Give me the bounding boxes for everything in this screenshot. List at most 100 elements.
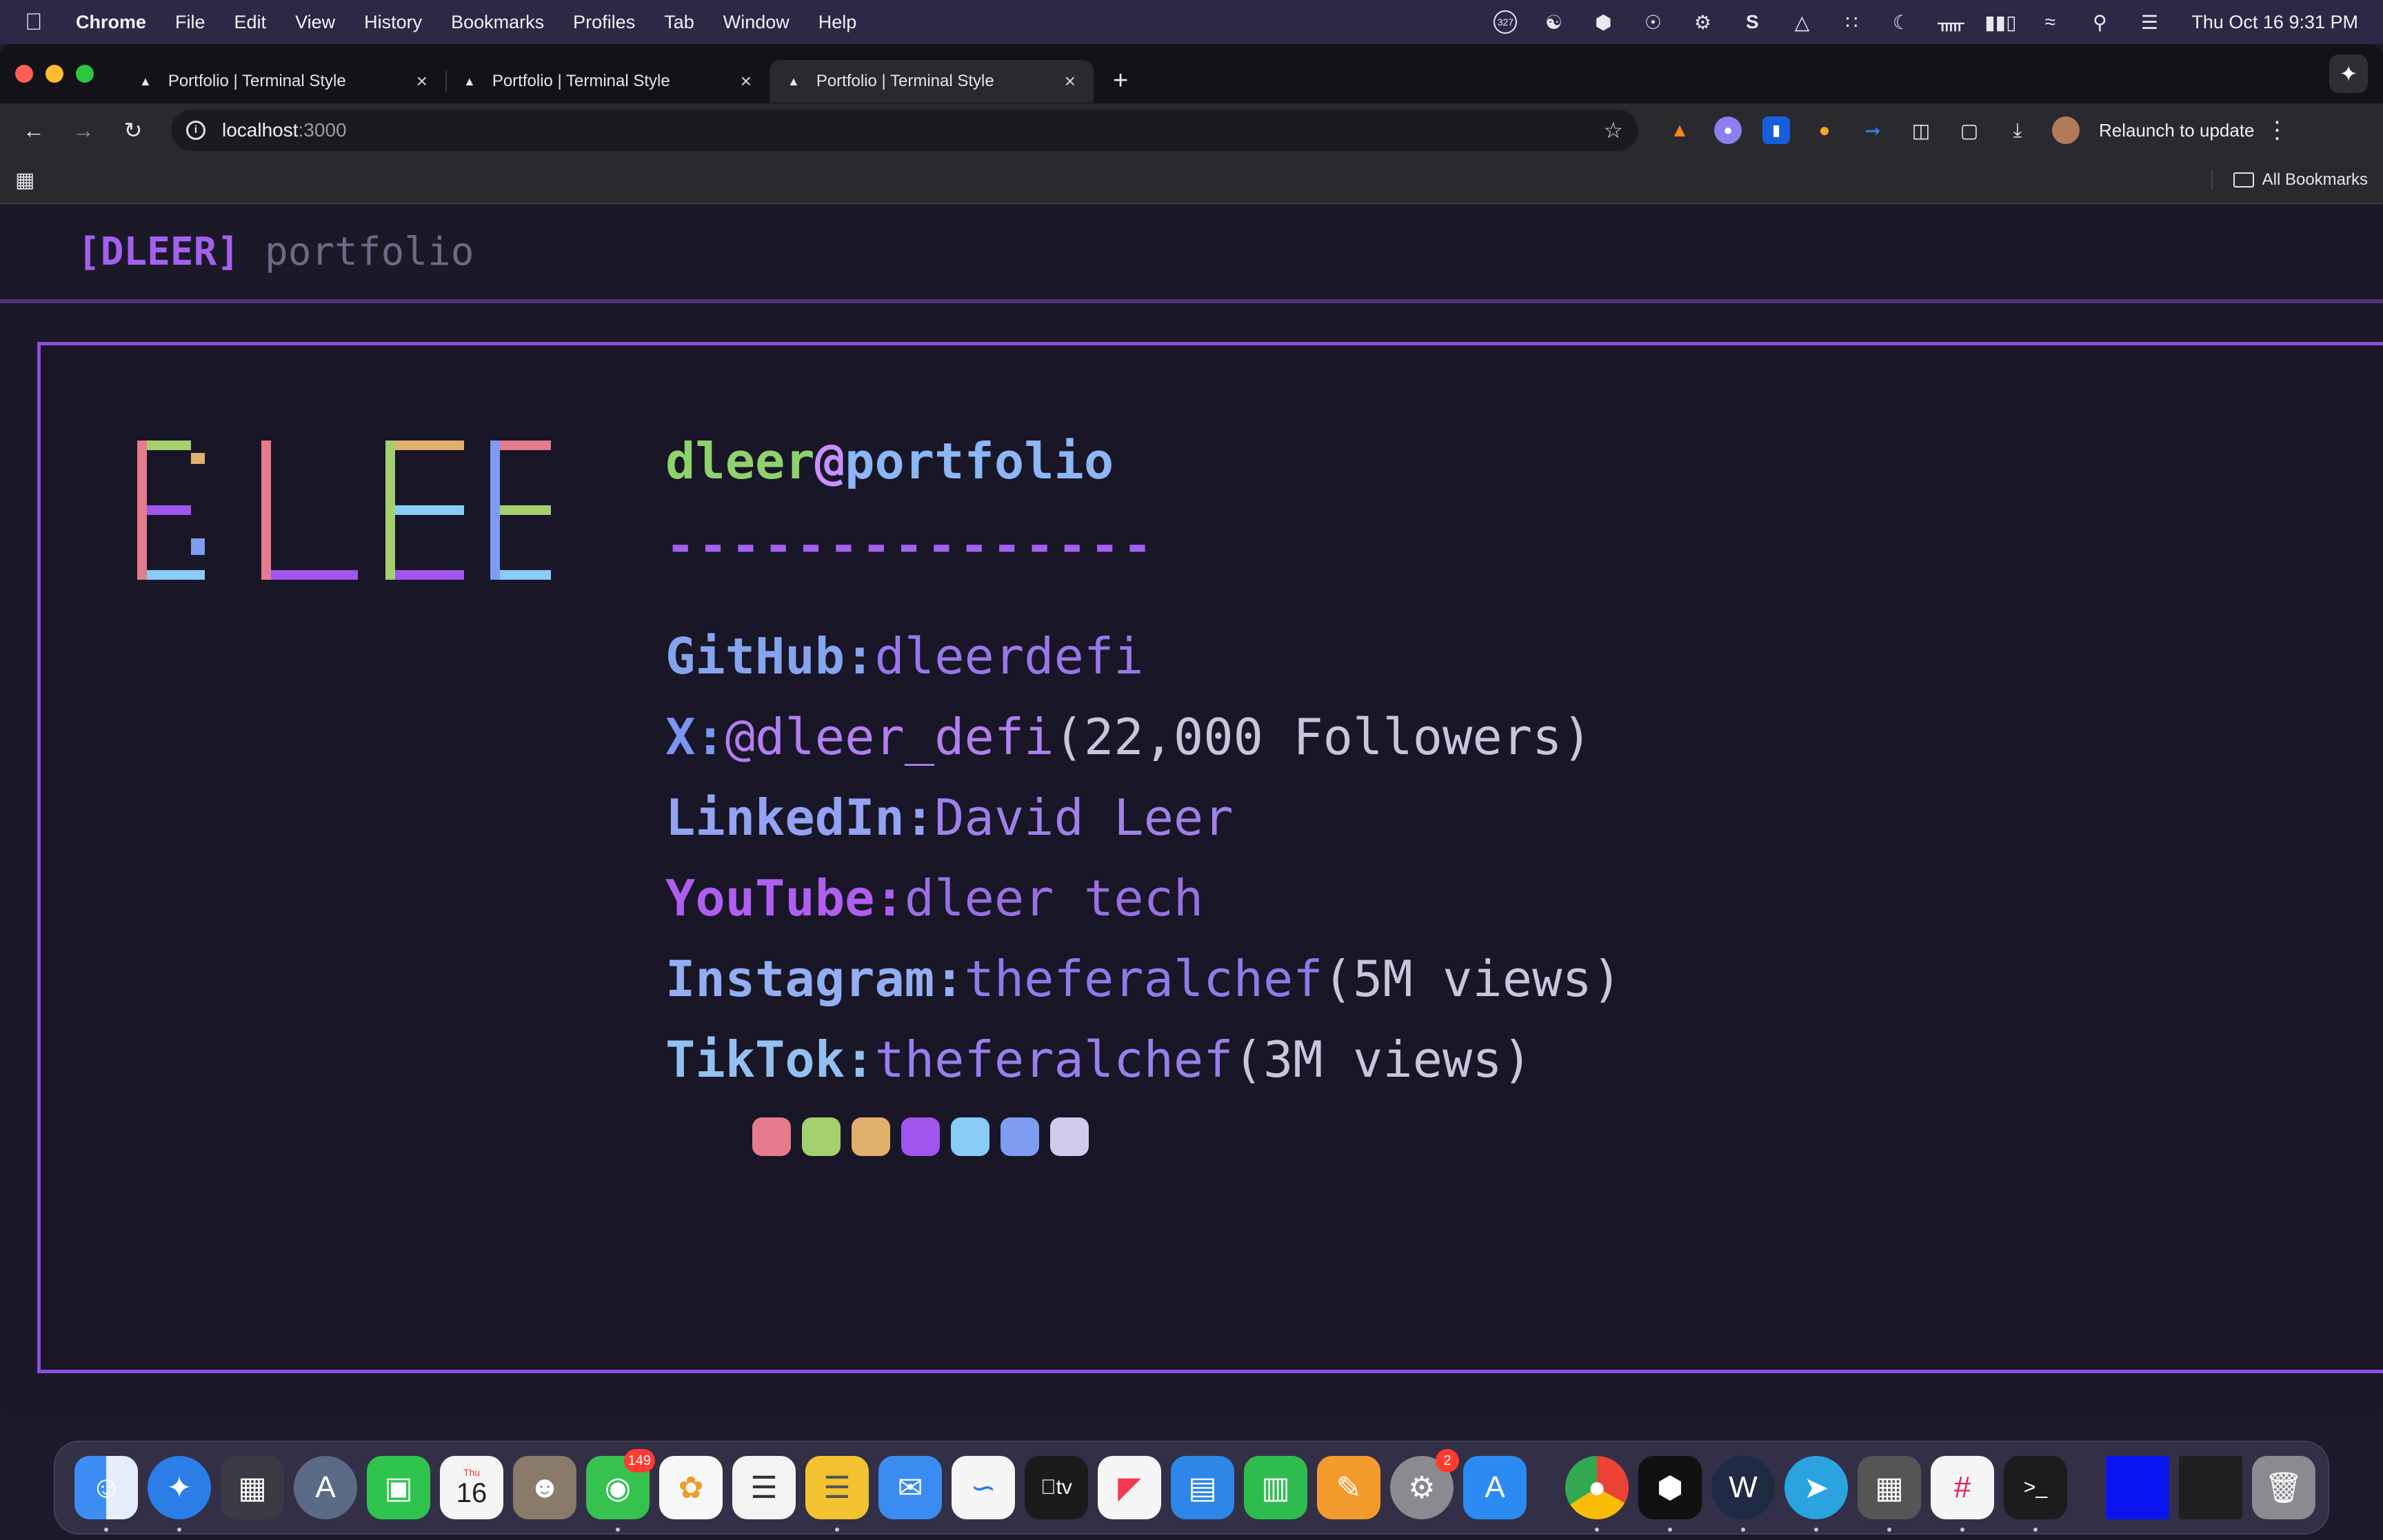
telegram-icon[interactable]: ➤ [1784,1456,1848,1532]
github-link[interactable]: dleerdefi [874,627,1143,685]
gemini-sparkle-icon[interactable]: ✦ [2329,54,2368,93]
x-link[interactable]: @dleer_defi [725,708,1054,766]
relaunch-to-update-button[interactable]: Relaunch to update [2099,120,2255,141]
safari-icon[interactable]: ✦ [148,1456,211,1532]
site-info-icon[interactable]: i [186,121,205,140]
maximize-window-button[interactable] [76,65,94,83]
system-settings-icon[interactable]: ⚙ 2 [1390,1449,1459,1519]
close-window-button[interactable] [15,65,33,83]
menu-view[interactable]: View [295,12,335,33]
menu-tab[interactable]: Tab [664,12,694,33]
profile-avatar[interactable] [2052,116,2080,144]
menu-history[interactable]: History [364,12,422,33]
profile-info: dleer@portfolio --------------- GitHub: … [665,432,1622,1100]
chrome-icon[interactable]: ● [1565,1456,1629,1532]
control-center-icon[interactable]: ☰ [2136,12,2162,33]
color-swatch-5 [951,1117,989,1156]
bitwarden-extension-icon[interactable]: ▮ [1762,116,1790,144]
numbers-icon[interactable]: ▥ [1244,1456,1307,1519]
calendar-icon[interactable]: Thu 16 [440,1456,503,1519]
messages-icon[interactable]: ◉ 149 [586,1449,655,1532]
bookmark-star-icon[interactable]: ☆ [1603,117,1623,143]
menu-file[interactable]: File [175,12,205,33]
menu-profiles[interactable]: Profiles [573,12,635,33]
tab-search-icon[interactable]: ▢ [1955,116,1983,144]
flame-extension-icon[interactable]: ● [1811,116,1838,144]
apple-menu-icon[interactable]:  [25,9,50,36]
minimize-window-button[interactable] [46,65,63,83]
tab-2[interactable]: ▲ Portfolio | Terminal Style × [445,60,770,103]
close-tab-icon[interactable]: × [741,70,752,92]
instruments-icon[interactable]: A [294,1456,357,1519]
downloads-icon[interactable]: ⤓ [2004,116,2031,144]
notes-icon[interactable]: ☰ [805,1456,869,1532]
close-tab-icon[interactable]: × [1065,70,1076,92]
phantom-extension-icon[interactable]: ● [1714,116,1742,144]
arrow-extension-icon[interactable]: ➞ [1859,116,1887,144]
cube-tray-icon[interactable]: ⬢ [1590,12,1616,33]
youtube-link[interactable]: dleer tech [905,869,1203,927]
extensions-puzzle-icon[interactable]: ◫ [1907,116,1935,144]
s-tray-icon[interactable]: S [1739,11,1765,32]
keynote-icon[interactable]: ▤ [1171,1456,1234,1519]
cube-app-icon[interactable]: ⬢ [1638,1456,1702,1532]
window-controls [15,65,94,83]
eye-tray-icon[interactable]: ☉ [1640,12,1666,33]
wifi-icon[interactable]: ≈ [2037,11,2063,32]
slack-icon[interactable]: # [1931,1456,1994,1532]
finder-icon[interactable]: ☺ [74,1456,138,1532]
menu-edit[interactable]: Edit [234,12,267,33]
photos-icon[interactable]: ✿ [659,1456,723,1519]
warp-icon[interactable]: W [1711,1456,1775,1532]
spotlight-search-icon[interactable]: ⚲ [2087,12,2113,33]
news-icon[interactable]: ◤ [1098,1456,1161,1519]
link-extra: (22,000 Followers) [1054,707,1592,766]
terminal-icon[interactable]: >_ [2004,1456,2067,1532]
battery-icon[interactable]: ▮▮▯ [1984,12,2016,33]
launchpad-icon[interactable]: ▦ [221,1456,284,1519]
contacts-icon[interactable]: ☻ [513,1456,576,1519]
menu-bookmarks[interactable]: Bookmarks [451,12,544,33]
tab-3-active[interactable]: ▲ Portfolio | Terminal Style × [770,60,1094,103]
freeform-icon[interactable]: ∽ [952,1456,1015,1519]
reminders-icon[interactable]: ☰ [732,1456,796,1519]
gear-tray-icon[interactable]: ⚙ [1689,12,1716,33]
metamask-extension-icon[interactable]: ▲ [1666,116,1693,144]
grid-tray-icon[interactable]: ∷ [1838,12,1864,33]
new-tab-button[interactable]: + [1113,66,1128,96]
menu-app-name[interactable]: Chrome [76,12,146,33]
pages-icon[interactable]: ✎ [1317,1456,1380,1519]
facetime-icon[interactable]: ▣ [367,1456,430,1519]
close-tab-icon[interactable]: × [416,70,428,92]
address-bar[interactable]: i localhost :3000 ☆ [171,110,1638,151]
drive-tray-icon[interactable]: △ [1789,12,1815,33]
trash-icon[interactable]: 🗑 [2252,1456,2315,1519]
favicon-icon: ▲ [787,74,800,88]
blue-window-thumbnail[interactable] [2106,1456,2169,1519]
bluetooth-icon[interactable]: ᚅ [1938,12,1964,33]
badge-tray-icon[interactable]: 327 [1494,10,1518,34]
apple-tv-icon[interactable]: tv [1025,1456,1088,1519]
site-brand[interactable]: [DLEER] [77,230,240,274]
apps-grid-icon[interactable]: ▦ [15,168,34,192]
linkedin-link[interactable]: David Leer [934,789,1233,847]
terminal-window-thumbnail[interactable] [2179,1456,2242,1519]
accessibility-tray-icon[interactable]: ☯ [1540,12,1567,33]
moon-icon[interactable]: ☾ [1888,12,1914,33]
calculator-icon[interactable]: ▦ [1858,1456,1921,1532]
app-store-icon[interactable]: A [1463,1456,1527,1519]
chrome-menu-icon[interactable]: ⋮ [2266,116,2289,144]
tiktok-link[interactable]: theferalchef [874,1031,1233,1088]
mail-icon[interactable]: ✉ [878,1456,942,1519]
back-button[interactable]: ← [17,118,51,143]
tab-1[interactable]: ▲ Portfolio | Terminal Style × [121,60,447,103]
menu-help[interactable]: Help [818,12,857,33]
instagram-link[interactable]: theferalchef [964,950,1323,1008]
menubar-clock[interactable]: Thu Oct 16 9:31 PM [2191,12,2358,33]
link-label: YouTube: [665,869,905,927]
menu-window[interactable]: Window [723,12,790,33]
reload-button[interactable]: ↻ [116,117,150,143]
forward-button[interactable]: → [66,118,101,143]
color-swatch-1 [752,1117,791,1156]
all-bookmarks-button[interactable]: All Bookmarks [2211,170,2368,190]
